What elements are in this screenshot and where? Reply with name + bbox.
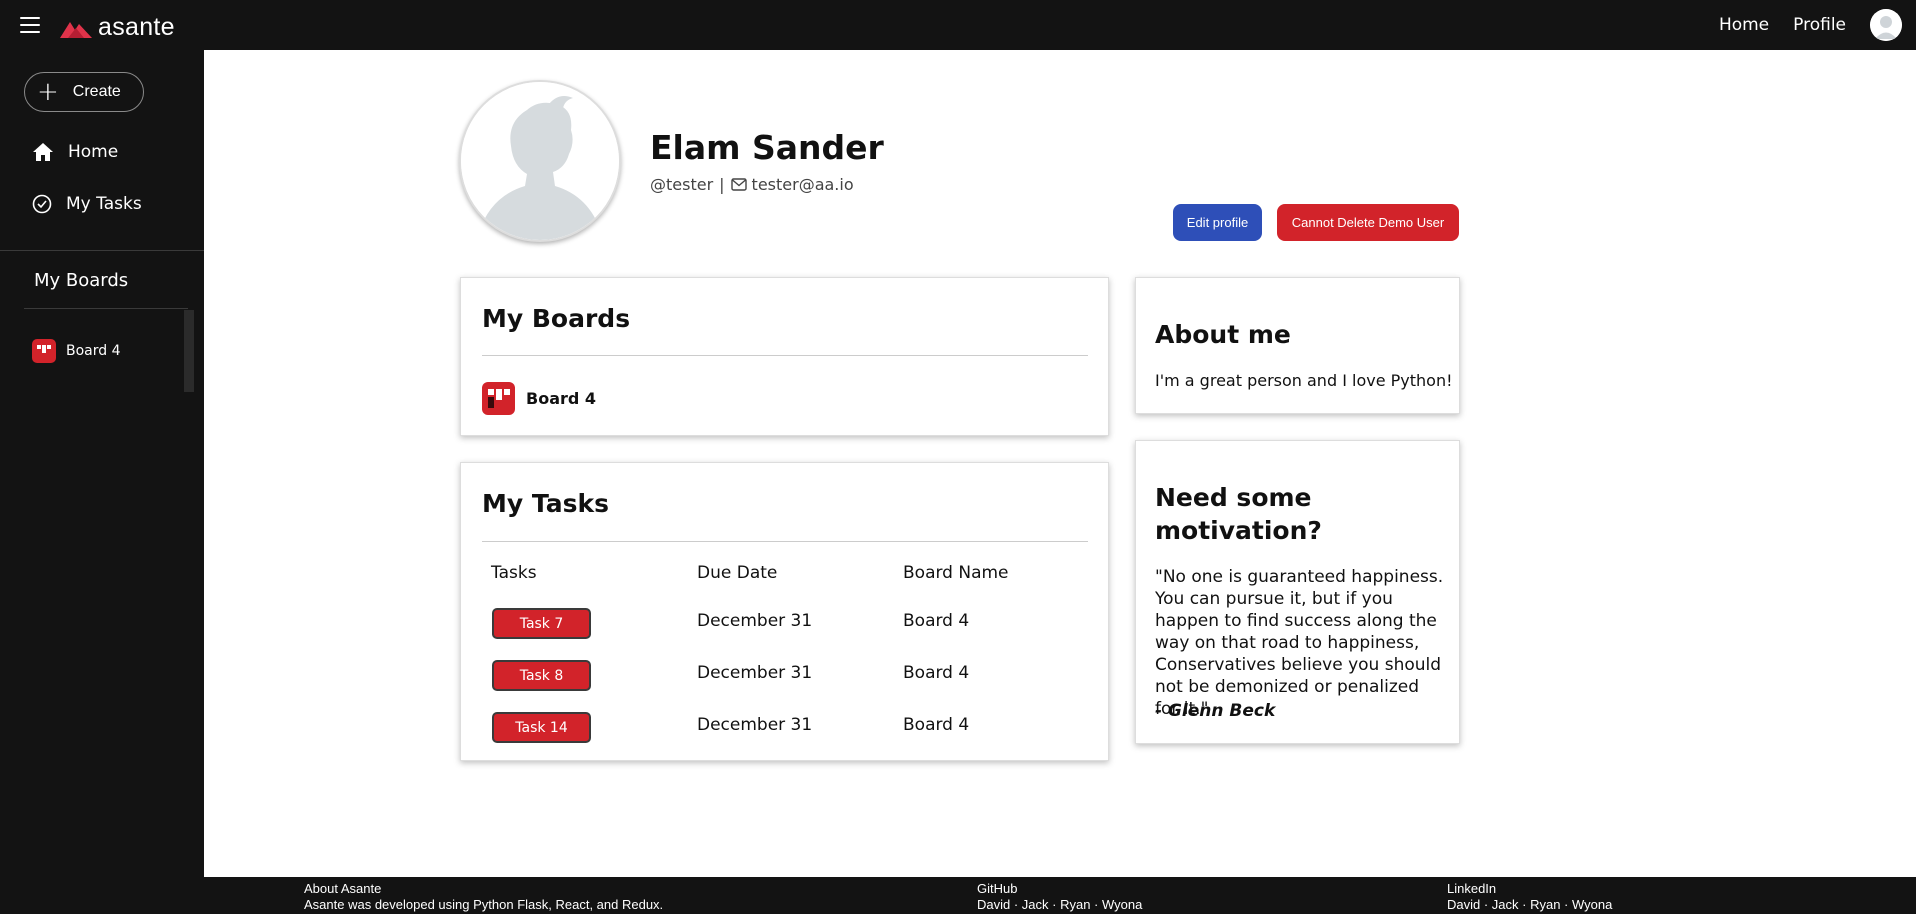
- column-header-tasks: Tasks: [491, 563, 537, 583]
- footer-about-title: About Asante: [304, 881, 382, 896]
- profile-separator: |: [719, 175, 725, 194]
- edit-profile-button[interactable]: Edit profile: [1173, 204, 1262, 241]
- board-icon: [482, 382, 515, 415]
- check-circle-icon: [32, 194, 52, 214]
- footer-github: GitHub David · Jack · Ryan · Wyona: [977, 881, 1142, 913]
- hamburger-menu-icon[interactable]: [20, 14, 40, 34]
- sidebar-item-label: Home: [68, 142, 119, 162]
- logo-mountain-icon: [60, 21, 92, 38]
- sidebar-item-label: My Tasks: [66, 194, 142, 214]
- board-list-label: Board 4: [526, 389, 597, 408]
- nav-profile-link[interactable]: Profile: [1793, 15, 1846, 35]
- card-title: My Tasks: [482, 489, 609, 518]
- footer-github-names[interactable]: David · Jack · Ryan · Wyona: [977, 897, 1142, 913]
- board-icon: [32, 339, 56, 363]
- avatar-silhouette-icon: [1870, 9, 1902, 41]
- profile-avatar: [459, 80, 621, 242]
- task-board-name: Board 4: [903, 715, 970, 735]
- task-button[interactable]: Task 7: [492, 608, 591, 639]
- mail-icon: [730, 178, 747, 191]
- profile-handle-line: @tester | tester@aa.io: [650, 175, 854, 194]
- task-button[interactable]: Task 14: [492, 712, 591, 743]
- task-board-name: Board 4: [903, 663, 970, 683]
- footer: About Asante Asante was developed using …: [204, 877, 1916, 914]
- board-list-item[interactable]: Board 4: [482, 382, 596, 415]
- motivation-title-line2: motivation?: [1155, 516, 1322, 545]
- sidebar: + Create Home My Tasks My Boards Board 4: [0, 50, 204, 914]
- avatar-silhouette-icon: [461, 82, 619, 240]
- my-boards-card: My Boards Board 4: [460, 277, 1109, 436]
- motivation-title-line1: Need some: [1155, 483, 1312, 512]
- footer-linkedin-title[interactable]: LinkedIn: [1447, 881, 1612, 897]
- card-divider: [482, 355, 1088, 356]
- sidebar-boards-title: My Boards: [34, 270, 129, 291]
- nav-home-link[interactable]: Home: [1719, 15, 1769, 35]
- plus-icon: +: [37, 77, 59, 107]
- create-button[interactable]: + Create: [24, 72, 144, 112]
- create-button-label: Create: [72, 83, 121, 100]
- footer-linkedin-names[interactable]: David · Jack · Ryan · Wyona: [1447, 897, 1612, 913]
- sidebar-scrollbar[interactable]: [184, 310, 194, 392]
- motivation-author: - Glenn Beck: [1155, 701, 1276, 721]
- card-divider: [482, 541, 1088, 542]
- sidebar-boards-divider: [24, 308, 188, 309]
- motivation-quote: "No one is guaranteed happiness. You can…: [1155, 567, 1444, 719]
- app-logo[interactable]: asante: [60, 13, 175, 42]
- column-header-board-name: Board Name: [903, 563, 1009, 583]
- task-button[interactable]: Task 8: [492, 660, 591, 691]
- task-board-name: Board 4: [903, 611, 970, 631]
- footer-linkedin: LinkedIn David · Jack · Ryan · Wyona: [1447, 881, 1612, 913]
- footer-github-title[interactable]: GitHub: [977, 881, 1142, 897]
- about-me-text: I'm a great person and I love Python!: [1155, 371, 1453, 390]
- task-due-date: December 31: [697, 663, 813, 683]
- about-me-card: About me I'm a great person and I love P…: [1135, 277, 1460, 414]
- task-due-date: December 31: [697, 715, 813, 735]
- sidebar-divider: [0, 250, 204, 251]
- card-title: My Boards: [482, 304, 631, 333]
- logo-text: asante: [98, 13, 175, 41]
- sidebar-board-label: Board 4: [66, 343, 121, 359]
- profile-email: tester@aa.io: [751, 175, 854, 194]
- user-avatar[interactable]: [1870, 9, 1902, 41]
- footer-about: About Asante Asante was developed using …: [304, 881, 663, 913]
- card-title: Need some motivation?: [1155, 481, 1322, 547]
- card-title: About me: [1155, 320, 1291, 349]
- footer-about-text: Asante was developed using Python Flask,…: [304, 897, 664, 912]
- delete-user-button[interactable]: Cannot Delete Demo User: [1277, 204, 1459, 241]
- sidebar-item-home[interactable]: Home: [32, 142, 118, 162]
- profile-name: Elam Sander: [650, 128, 884, 167]
- profile-handle: @tester: [650, 175, 714, 194]
- top-navbar: asante Home Profile: [0, 0, 1916, 50]
- sidebar-item-my-tasks[interactable]: My Tasks: [32, 194, 142, 214]
- home-icon: [33, 143, 53, 161]
- sidebar-board-item[interactable]: Board 4: [32, 339, 121, 363]
- top-nav-links: Home Profile: [1719, 0, 1916, 50]
- task-due-date: December 31: [697, 611, 813, 631]
- column-header-due-date: Due Date: [697, 563, 778, 583]
